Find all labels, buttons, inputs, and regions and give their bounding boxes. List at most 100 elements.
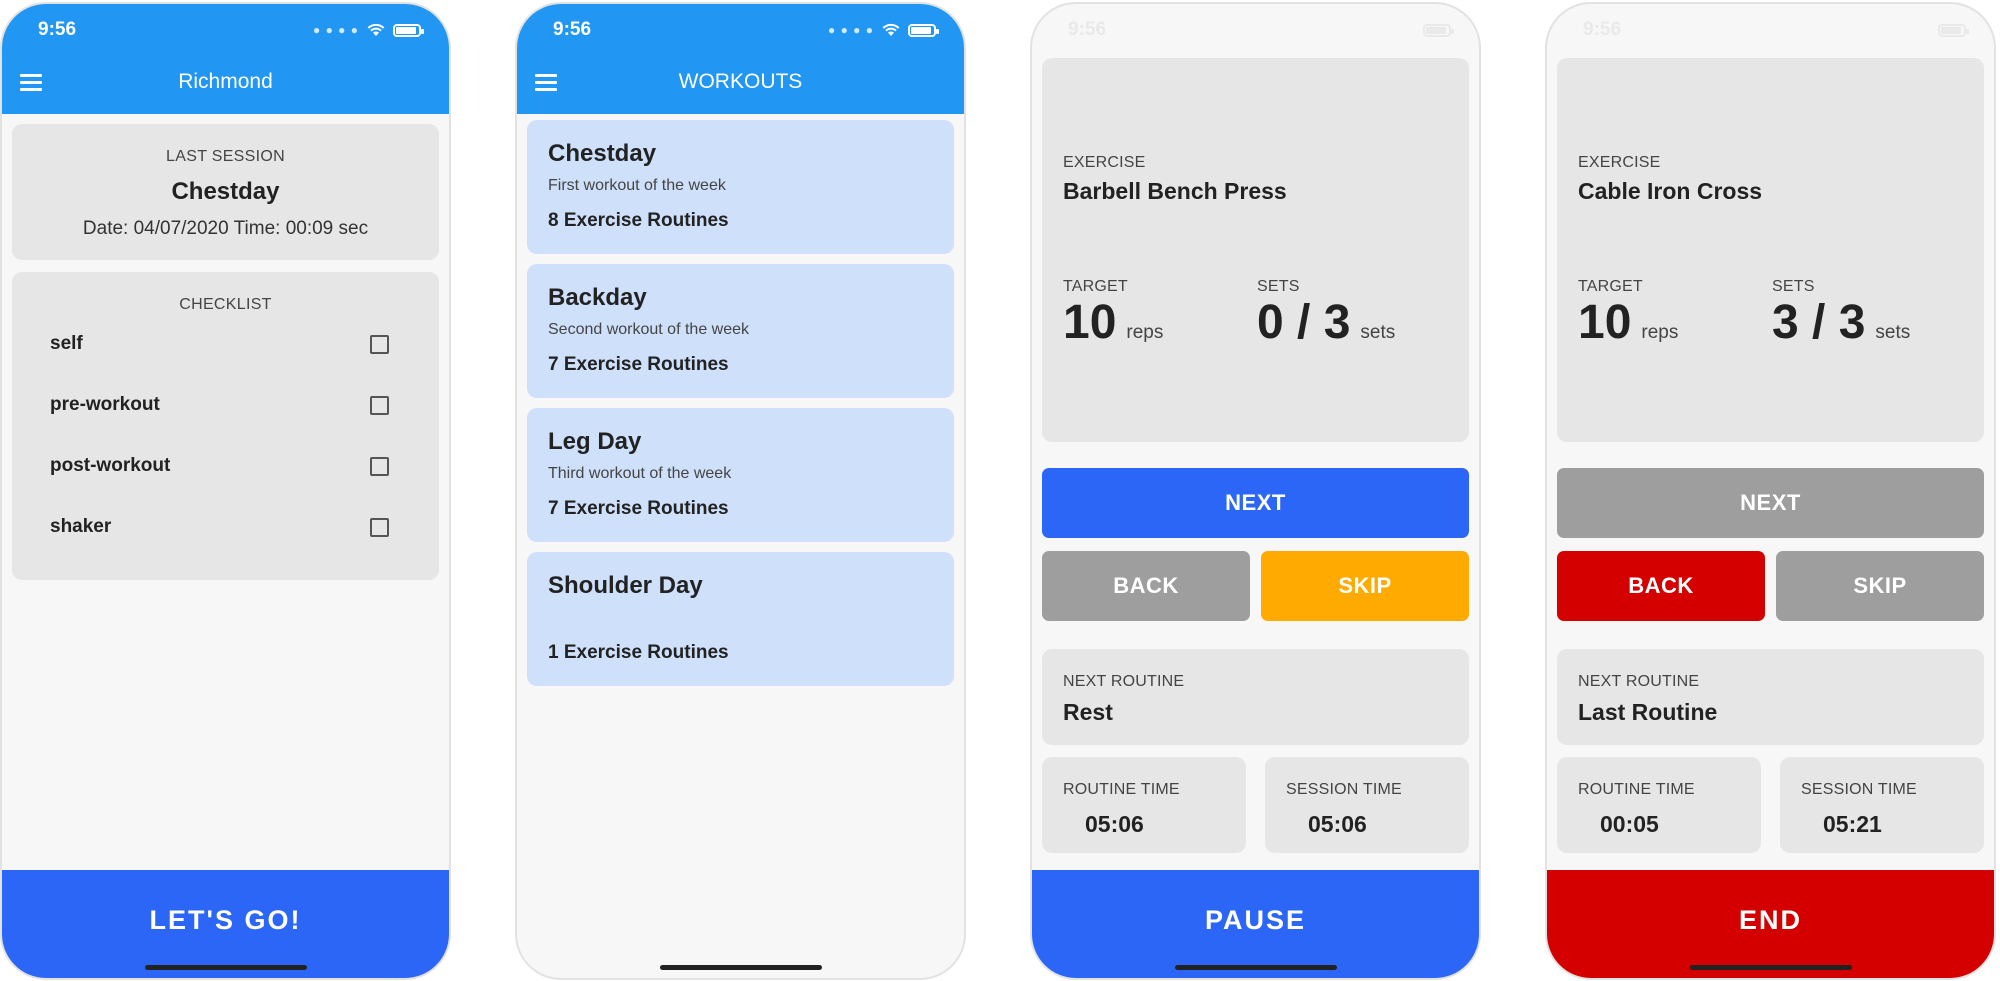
signal-icon: ● ● ● ●	[313, 23, 359, 37]
battery-icon	[393, 23, 424, 37]
status-bar: 9:56 ● ● ● ●	[517, 4, 964, 56]
home-indicator	[659, 965, 822, 970]
sets-unit: sets	[1360, 322, 1396, 343]
phone-workouts-screen: 9:56 ● ● ● ● WORKOUTS Chestday First wor…	[515, 2, 966, 980]
page-title: WORKOUTS	[678, 70, 803, 93]
target-caption: TARGET	[1578, 278, 1643, 295]
last-session-card: LAST SESSION Chestday Date: 04/07/2020 T…	[12, 124, 439, 260]
sets-value: 0 / 3	[1257, 296, 1351, 349]
exercise-name: Cable Iron Cross	[1578, 178, 1763, 204]
exercise-caption: EXERCISE	[1063, 154, 1146, 171]
session-time-value: 05:21	[1823, 811, 1882, 837]
next-routine-name: Rest	[1063, 699, 1113, 725]
battery-icon	[1938, 23, 1969, 37]
back-button[interactable]: BACK	[1557, 551, 1765, 621]
last-session-caption: LAST SESSION	[166, 148, 285, 165]
workout-name: Leg Day	[548, 428, 642, 455]
next-button[interactable]: NEXT	[1557, 468, 1984, 538]
phone-home-screen: 9:56 ● ● ● ● Richmond LAST SESSION Chest…	[0, 2, 451, 980]
checklist-item-label: shaker	[50, 516, 112, 537]
exercise-card: EXERCISE Barbell Bench Press TARGET 10 r…	[1042, 58, 1469, 442]
session-time-caption: SESSION TIME	[1286, 781, 1402, 798]
target-unit: reps	[1126, 322, 1164, 343]
home-indicator	[1689, 965, 1852, 970]
signal-icon: ● ● ● ●	[828, 23, 874, 37]
workout-card-shoulder-day[interactable]: Shoulder Day 1 Exercise Routines	[527, 552, 954, 686]
app-screenshots: 9:56 ● ● ● ● Richmond LAST SESSION Chest…	[0, 0, 2000, 981]
next-routine-card: NEXT ROUTINE Last Routine	[1557, 649, 1984, 745]
workout-card-chestday[interactable]: Chestday First workout of the week 8 Exe…	[527, 120, 954, 254]
workout-card-backday[interactable]: Backday Second workout of the week 7 Exe…	[527, 264, 954, 398]
next-button[interactable]: NEXT	[1042, 468, 1469, 538]
workout-description: Second workout of the week	[548, 321, 750, 338]
sets-value-group: 0 / 3 sets	[1257, 295, 1395, 350]
target-value-group: 10 reps	[1578, 295, 1678, 350]
session-time-card: SESSION TIME 05:21	[1780, 757, 1984, 853]
checklist-checkbox[interactable]	[370, 456, 389, 476]
checklist-checkbox[interactable]	[370, 395, 389, 415]
phone-exercise-active-screen: 9:56 EXERCISE Barbell Bench Press TARGET…	[1030, 2, 1481, 980]
workout-card-leg-day[interactable]: Leg Day Third workout of the week 7 Exer…	[527, 408, 954, 542]
end-button[interactable]: END	[1547, 870, 1994, 978]
workout-routine-count: 8 Exercise Routines	[548, 210, 729, 231]
status-time: 9:56	[1583, 19, 1622, 40]
session-time-caption: SESSION TIME	[1801, 781, 1917, 798]
lets-go-button[interactable]: LET'S GO!	[2, 870, 449, 978]
workout-name: Shoulder Day	[548, 572, 703, 599]
last-session-meta: Date: 04/07/2020 Time: 00:09 sec	[82, 218, 369, 239]
status-bar: 9:56	[1547, 4, 1994, 56]
routine-time-card: ROUTINE TIME 05:06	[1042, 757, 1246, 853]
sets-unit: sets	[1875, 322, 1911, 343]
status-time: 9:56	[1068, 19, 1107, 40]
workout-routine-count: 7 Exercise Routines	[548, 354, 729, 375]
next-routine-card: NEXT ROUTINE Rest	[1042, 649, 1469, 745]
target-value-group: 10 reps	[1063, 295, 1163, 350]
next-routine-name: Last Routine	[1578, 699, 1718, 725]
checklist-item-label: pre-workout	[50, 394, 160, 415]
app-bar: 9:56 ● ● ● ● Richmond	[2, 4, 449, 114]
checklist-item-label: self	[50, 333, 83, 354]
routine-time-caption: ROUTINE TIME	[1063, 781, 1180, 798]
target-value: 10	[1578, 296, 1632, 349]
wifi-icon	[367, 23, 385, 36]
exercise-name: Barbell Bench Press	[1063, 178, 1287, 204]
phone-exercise-final-screen: 9:56 EXERCISE Cable Iron Cross TARGET 10…	[1545, 2, 1996, 980]
sets-value-group: 3 / 3 sets	[1772, 295, 1910, 350]
checklist-item: pre-workout	[50, 385, 389, 425]
sets-caption: SETS	[1257, 278, 1300, 295]
target-caption: TARGET	[1063, 278, 1128, 295]
checklist-item: self	[50, 324, 389, 364]
status-bar: 9:56	[1032, 4, 1479, 56]
target-unit: reps	[1641, 322, 1679, 343]
checklist-checkbox[interactable]	[370, 334, 389, 354]
status-bar: 9:56 ● ● ● ●	[2, 4, 449, 56]
sets-caption: SETS	[1772, 278, 1815, 295]
home-indicator	[1174, 965, 1337, 970]
routine-time-caption: ROUTINE TIME	[1578, 781, 1695, 798]
skip-button[interactable]: SKIP	[1261, 551, 1469, 621]
status-time: 9:56	[38, 19, 77, 40]
checklist-item-label: post-workout	[50, 455, 171, 476]
home-indicator	[144, 965, 307, 970]
skip-button[interactable]: SKIP	[1776, 551, 1984, 621]
workout-description: First workout of the week	[548, 177, 726, 194]
checklist-item: shaker	[50, 507, 389, 547]
exercise-caption: EXERCISE	[1578, 154, 1661, 171]
pause-button[interactable]: PAUSE	[1032, 870, 1479, 978]
next-routine-caption: NEXT ROUTINE	[1063, 673, 1185, 690]
routine-time-card: ROUTINE TIME 00:05	[1557, 757, 1761, 853]
routine-time-value: 05:06	[1085, 811, 1144, 837]
battery-icon	[908, 23, 939, 37]
back-button[interactable]: BACK	[1042, 551, 1250, 621]
checklist-item: post-workout	[50, 446, 389, 486]
battery-icon	[1423, 23, 1454, 37]
app-bar: 9:56 ● ● ● ● WORKOUTS	[517, 4, 964, 114]
session-time-value: 05:06	[1308, 811, 1367, 837]
status-time: 9:56	[553, 19, 592, 40]
checklist-checkbox[interactable]	[370, 517, 389, 537]
last-session-name: Chestday	[171, 178, 280, 205]
workout-name: Backday	[548, 284, 647, 311]
workout-routine-count: 1 Exercise Routines	[548, 642, 729, 663]
exercise-card: EXERCISE Cable Iron Cross TARGET 10 reps…	[1557, 58, 1984, 442]
next-routine-caption: NEXT ROUTINE	[1578, 673, 1700, 690]
